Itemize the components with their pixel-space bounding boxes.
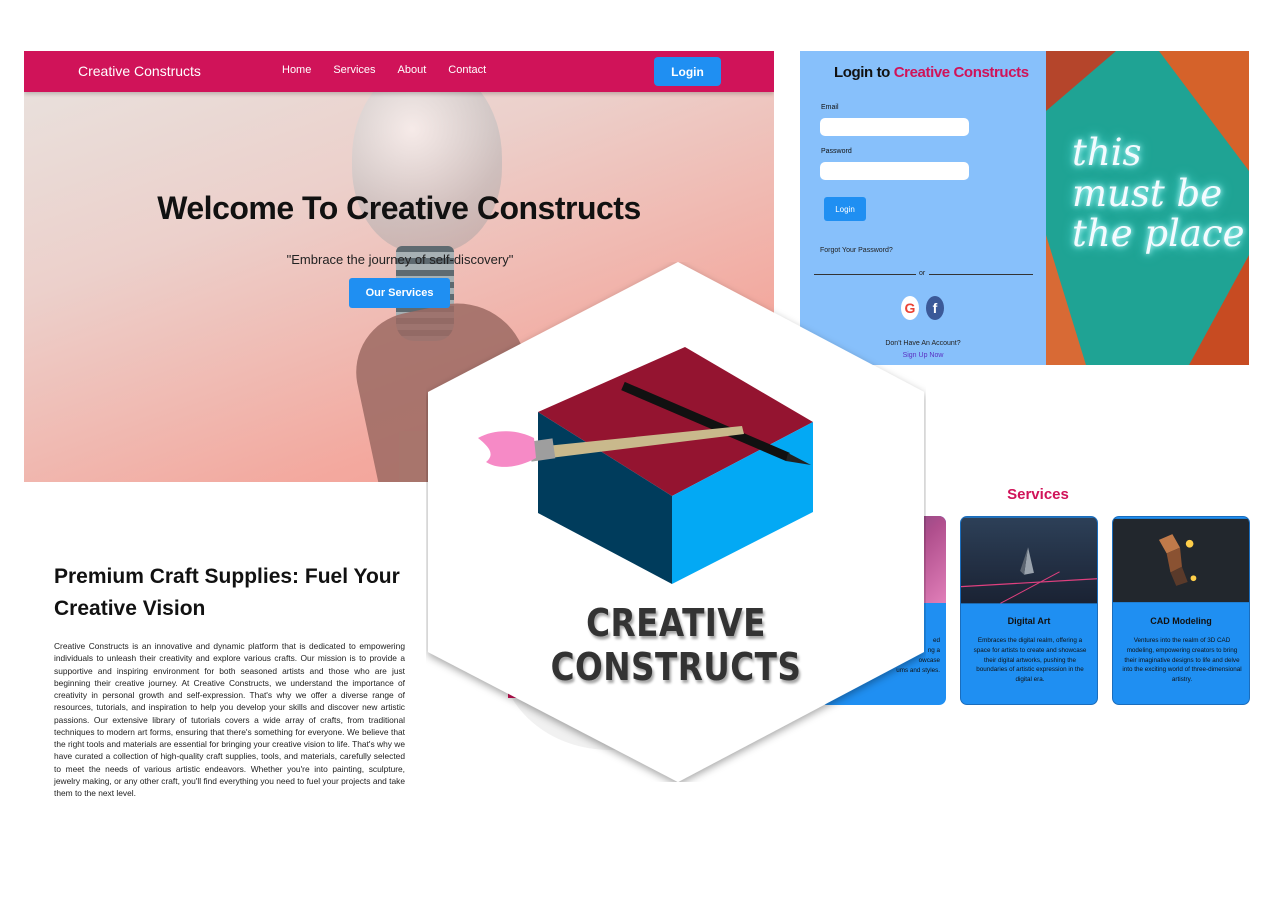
nav-contact[interactable]: Contact (448, 64, 486, 76)
facebook-icon[interactable]: f (926, 296, 944, 320)
cad-modeling-image (1113, 518, 1249, 603)
digital-art-image (961, 517, 1097, 604)
nav-services[interactable]: Services (333, 64, 375, 76)
service-name: Digital Art (1007, 616, 1051, 626)
neon-sign-text: this must be the place (1072, 131, 1245, 256)
about-body: Creative Constructs is an innovative and… (54, 641, 405, 799)
forgot-password-link[interactable]: Forgot Your Password? (820, 247, 893, 254)
login-button[interactable]: Login (654, 57, 721, 86)
nav-links: Home Services About Contact (282, 64, 486, 76)
logo-wordmark: CREATIVE CONSTRUCTS (550, 601, 802, 689)
login-title-brand: Creative Constructs (893, 64, 1029, 81)
password-field[interactable] (820, 162, 969, 180)
service-card-cad-modeling[interactable]: CAD Modeling Ventures into the realm of … (1112, 516, 1250, 705)
email-field[interactable] (820, 118, 969, 136)
service-description: Embraces the digital realm, offering a s… (973, 637, 1087, 683)
email-label: Email (821, 104, 839, 111)
creative-constructs-logo (428, 262, 924, 782)
login-title-prefix: Login to (834, 64, 890, 81)
login-submit-button[interactable]: Login (824, 197, 866, 221)
login-title: Login to Creative Constructs (834, 64, 1029, 81)
service-description: Ventures into the realm of 3D CAD modeli… (1122, 637, 1242, 683)
neon-sign-image: this must be the place (1046, 51, 1249, 365)
about-title: Premium Craft Supplies: Fuel Your Creati… (54, 565, 400, 620)
service-name: CAD Modeling (1150, 616, 1212, 626)
partial-text: ng a (927, 647, 940, 654)
hero-title: Welcome To Creative Constructs (157, 190, 641, 226)
service-card-digital-art[interactable]: Digital Art Embraces the digital realm, … (960, 516, 1098, 705)
divider-right (929, 274, 1033, 275)
services-title: Services (1007, 486, 1069, 503)
brand-link[interactable]: Creative Constructs (78, 63, 201, 79)
nav-home[interactable]: Home (282, 64, 311, 76)
partial-text: ed (932, 637, 940, 644)
password-label: Password (821, 148, 852, 155)
nav-about[interactable]: About (398, 64, 427, 76)
navbar: Creative Constructs Home Services About … (24, 51, 774, 92)
